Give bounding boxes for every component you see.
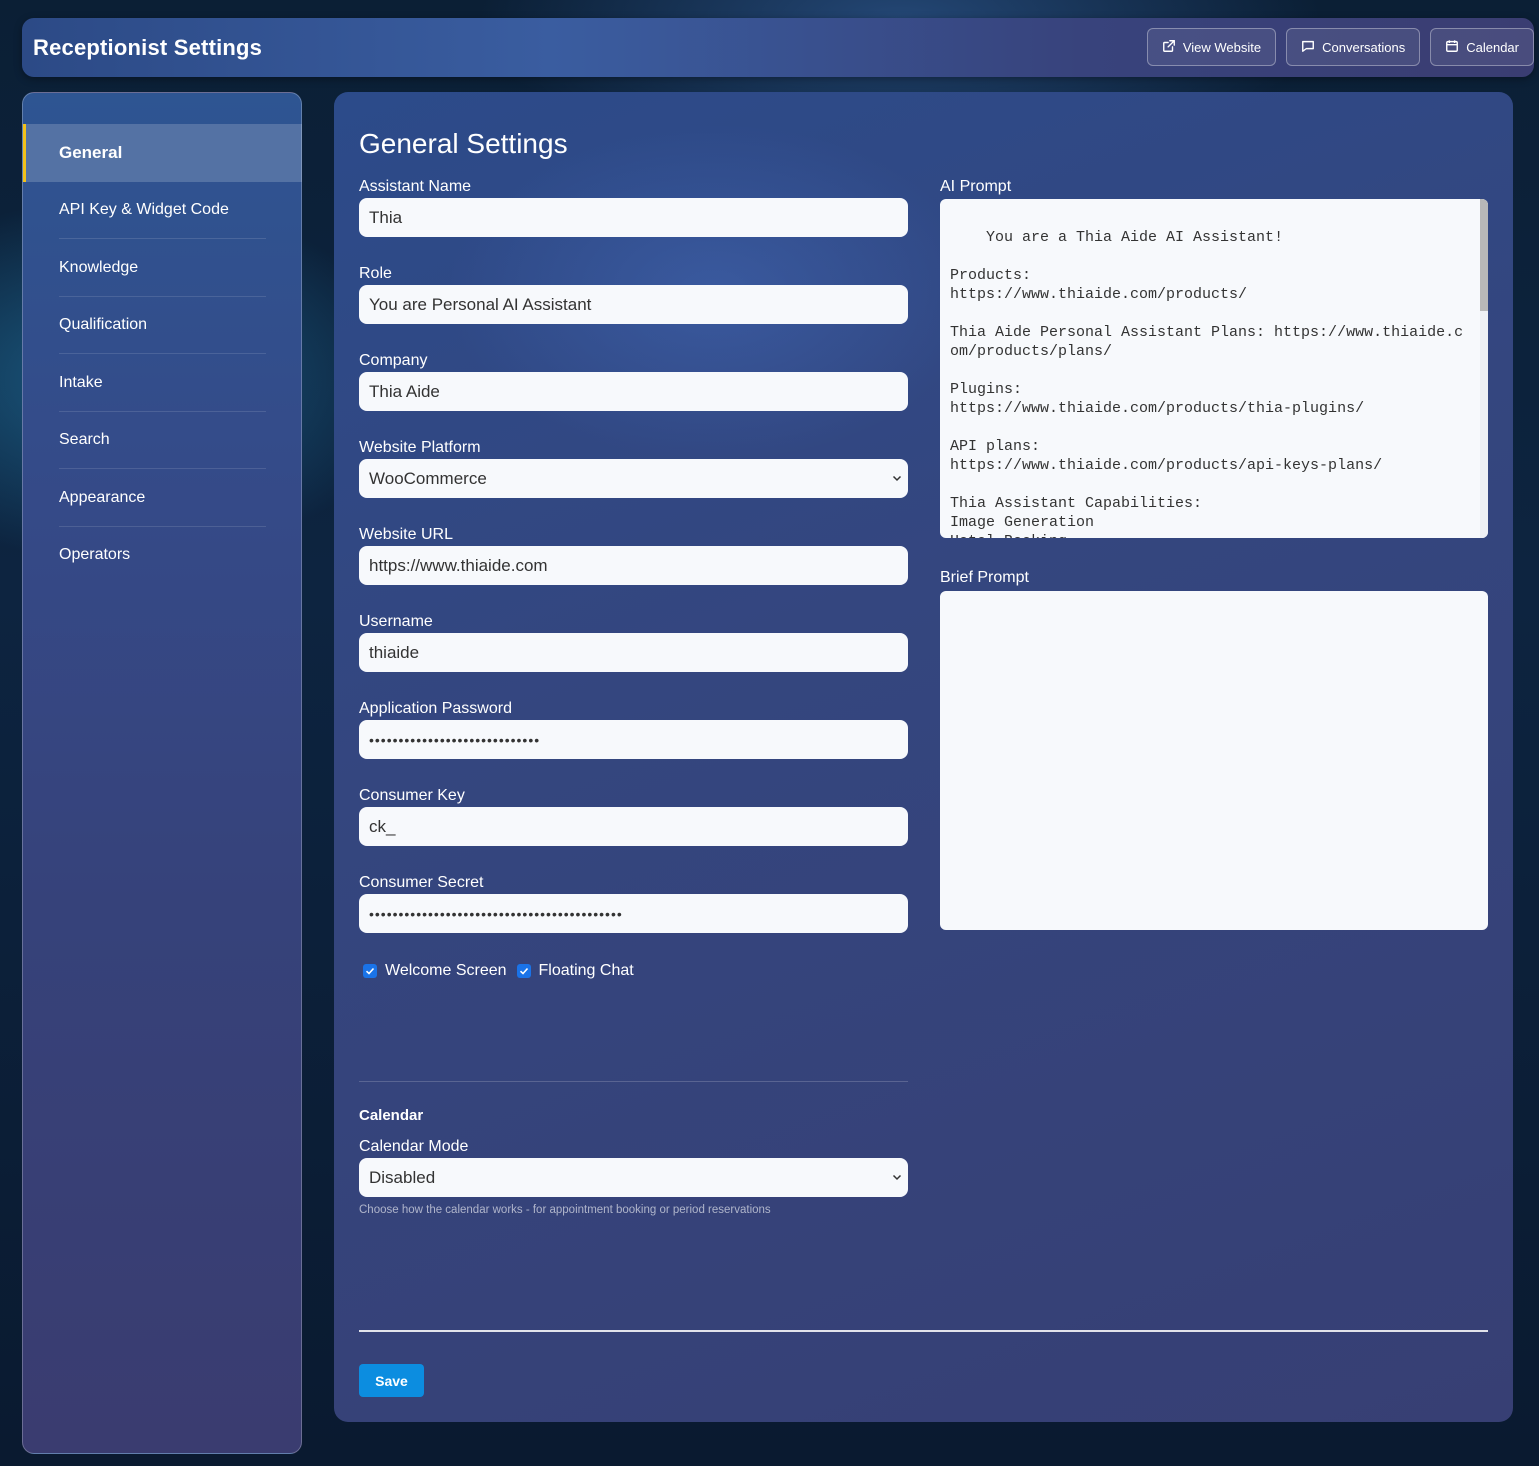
role-label: Role (359, 265, 392, 282)
sidebar-item-operators[interactable]: Operators (23, 527, 302, 585)
calendar-button[interactable]: Calendar (1430, 28, 1534, 66)
calendar-mode-select[interactable]: Disabled (359, 1158, 908, 1197)
view-website-label: View Website (1182, 39, 1262, 55)
chevron-down-icon (892, 475, 902, 482)
application-password-input[interactable]: ••••••••••••••••••••••••••••• (359, 720, 908, 759)
scrollbar-thumb[interactable] (1480, 199, 1488, 311)
sidebar-item-label: API Key & Widget Code (59, 201, 229, 219)
checkmark-icon (365, 967, 375, 975)
ai-prompt-textarea[interactable]: You are a Thia Aide AI Assistant! Produc… (940, 199, 1488, 538)
calendar-mode-value: Disabled (369, 1167, 436, 1187)
assistant-name-label: Assistant Name (359, 178, 472, 195)
view-website-button[interactable]: View Website (1146, 28, 1277, 66)
welcome-screen-checkbox[interactable] (363, 964, 377, 978)
sidebar-item-knowledge[interactable]: Knowledge (23, 239, 302, 297)
sidebar-item-label: Qualification (59, 316, 148, 334)
website-url-value: https://www.thiaide.com (369, 555, 548, 575)
sidebar-item-label: Knowledge (59, 258, 139, 276)
website-platform-value: WooCommerce (369, 468, 487, 488)
sidebar: General API Key & Widget Code Knowledge … (22, 92, 302, 1454)
ai-prompt-scrollbar[interactable] (1480, 199, 1488, 538)
calendar-section-heading: Calendar (359, 1107, 424, 1124)
welcome-screen-label: Welcome Screen (385, 962, 507, 979)
username-value: thiaide (369, 642, 420, 662)
floating-chat-label: Floating Chat (538, 962, 634, 979)
application-password-label: Application Password (359, 700, 512, 717)
conversations-button[interactable]: Conversations (1286, 28, 1421, 66)
website-platform-label: Website Platform (359, 439, 481, 456)
sidebar-item-label: Intake (59, 373, 103, 391)
external-link-icon (1162, 39, 1176, 56)
website-url-input[interactable]: https://www.thiaide.com (359, 546, 908, 585)
website-url-label: Website URL (359, 526, 453, 543)
company-input[interactable]: Thia Aide (359, 372, 908, 411)
application-password-value: ••••••••••••••••••••••••••••• (369, 731, 541, 748)
consumer-secret-input[interactable]: ••••••••••••••••••••••••••••••••••••••••… (359, 894, 908, 933)
page-title: General Settings (359, 128, 568, 159)
consumer-key-value: ck_ (369, 816, 396, 836)
sidebar-item-general[interactable]: General (23, 124, 302, 182)
sidebar-item-label: Search (59, 431, 110, 449)
conversations-label: Conversations (1322, 39, 1406, 55)
header-actions: View Website Conversations Calendar (1146, 28, 1534, 66)
consumer-secret-value: ••••••••••••••••••••••••••••••••••••••••… (369, 905, 623, 922)
role-value: You are Personal AI Assistant (369, 294, 592, 314)
sidebar-item-qualification[interactable]: Qualification (23, 297, 302, 354)
app-header: Receptionist Settings View Website Conve… (22, 18, 1534, 77)
calendar-mode-label: Calendar Mode (359, 1138, 469, 1155)
sidebar-item-label: General (59, 142, 123, 162)
assistant-name-value: Thia (369, 207, 403, 227)
consumer-key-label: Consumer Key (359, 787, 465, 804)
sidebar-item-appearance[interactable]: Appearance (23, 469, 302, 527)
username-input[interactable]: thiaide (359, 633, 908, 672)
sidebar-item-label: Operators (59, 546, 131, 564)
consumer-secret-label: Consumer Secret (359, 874, 484, 891)
save-button[interactable]: Save (359, 1364, 424, 1397)
options-checkboxes: Welcome Screen Floating Chat (363, 962, 634, 980)
brief-prompt-label: Brief Prompt (940, 569, 1029, 586)
chat-bubble-icon (1301, 39, 1315, 56)
sidebar-item-intake[interactable]: Intake (23, 354, 302, 412)
main-panel: General Settings Assistant Name Thia Rol… (334, 92, 1513, 1422)
brief-prompt-textarea[interactable] (940, 591, 1488, 930)
section-divider (359, 1081, 908, 1082)
ai-prompt-value: You are a Thia Aide AI Assistant! Produc… (950, 229, 1464, 538)
sidebar-item-search[interactable]: Search (23, 412, 302, 469)
ai-prompt-label: AI Prompt (940, 178, 1012, 195)
checkmark-icon (519, 967, 528, 975)
calendar-label: Calendar (1466, 39, 1519, 55)
calendar-icon (1445, 39, 1459, 56)
floating-chat-checkbox[interactable] (516, 964, 531, 978)
calendar-mode-help: Choose how the calendar works - for appo… (359, 1204, 771, 1216)
assistant-name-input[interactable]: Thia (359, 198, 908, 237)
sidebar-item-label: Appearance (59, 488, 146, 506)
page-header-title: Receptionist Settings (33, 35, 263, 60)
username-label: Username (359, 613, 433, 630)
website-platform-select[interactable]: WooCommerce (359, 459, 908, 498)
consumer-key-input[interactable]: ck_ (359, 807, 908, 846)
company-label: Company (359, 352, 428, 369)
company-value: Thia Aide (369, 381, 440, 401)
footer-divider (359, 1330, 1488, 1332)
sidebar-nav: General API Key & Widget Code Knowledge … (23, 124, 302, 584)
sidebar-item-api-key-widget-code[interactable]: API Key & Widget Code (23, 182, 302, 239)
role-input[interactable]: You are Personal AI Assistant (359, 285, 908, 324)
chevron-down-icon (892, 1174, 902, 1181)
